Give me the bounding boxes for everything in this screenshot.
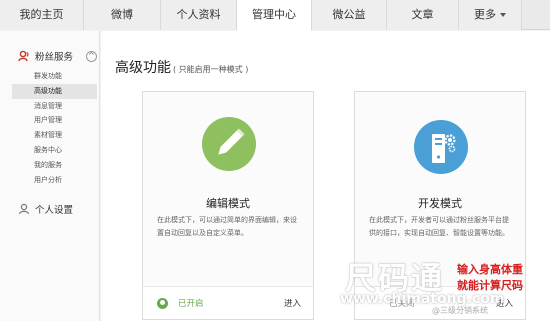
edit-mode-icon-circle: [202, 117, 256, 171]
sidebar-section-fan-service[interactable]: 粉丝服务: [18, 49, 73, 63]
sidebar-menu: 群发功能 高级功能 消息管理 用户管理 素材管理 服务中心 我的服务 用户分析: [12, 69, 97, 188]
developer-mode-description: 在此模式下，开发者可以通过粉丝服务平台提供的接口，实现自动回复、智能设置等功能。: [369, 216, 509, 237]
edit-mode-status: 已开启: [157, 297, 204, 309]
collapse-icon[interactable]: ^: [86, 51, 97, 62]
tab-weibo[interactable]: 微博: [84, 0, 161, 30]
sidebar-section-label: 粉丝服务: [35, 52, 74, 63]
chevron-down-icon: [500, 13, 506, 17]
sidebar-item-materials[interactable]: 素材管理: [34, 128, 97, 143]
sidebar-item-mass-send[interactable]: 群发功能: [34, 69, 97, 84]
tabbar-filler: [522, 0, 550, 29]
top-nav-tabs: 我的主页 微博 个人资料 管理中心 微公益 文章 更多: [0, 0, 550, 31]
sidebar-item-service-center[interactable]: 服务中心: [34, 143, 97, 158]
tab-articles[interactable]: 文章: [387, 0, 459, 30]
sidebar-item-messages[interactable]: 消息管理: [34, 99, 97, 114]
sidebar-item-user-analysis[interactable]: 用户分析: [34, 173, 97, 188]
sidebar: 粉丝服务 ^ 群发功能 高级功能 消息管理 用户管理 素材管理 服务中心 我的服…: [0, 31, 100, 321]
pencil-icon: [218, 128, 245, 155]
edit-mode-title: 编辑模式: [206, 197, 250, 210]
tab-management-center[interactable]: 管理中心: [237, 0, 312, 31]
edit-mode-card[interactable]: 编辑模式 在此模式下，可以通过简单的界面编辑，来设置自动回复以及自定义菜单。 已…: [142, 91, 314, 320]
watermark-tagline: 输入身高体重 就能计算尺码: [457, 262, 523, 294]
location-pin-icon: [157, 297, 168, 309]
tab-profile[interactable]: 个人资料: [161, 0, 237, 30]
page-subtitle: ( 只能启用一种模式 ): [173, 65, 249, 74]
sidebar-settings-label: 个人设置: [35, 205, 74, 216]
watermark-signature: @三级分销系统: [432, 306, 488, 315]
tab-more-label: 更多: [474, 8, 496, 21]
page-title-text: 高级功能: [115, 60, 171, 76]
tab-charity[interactable]: 微公益: [312, 0, 387, 30]
sidebar-item-users[interactable]: 用户管理: [34, 113, 97, 128]
person-icon: [18, 203, 30, 215]
edit-mode-footer: 已开启 进入: [143, 286, 313, 319]
fans-icon: [18, 50, 29, 62]
tab-home[interactable]: 我的主页: [0, 0, 84, 30]
sidebar-item-personal-settings[interactable]: 个人设置: [18, 202, 73, 216]
sidebar-item-my-services[interactable]: 我的服务: [34, 158, 97, 173]
developer-mode-title: 开发模式: [418, 197, 462, 210]
page-title: 高级功能( 只能启用一种模式 ): [115, 57, 248, 77]
edit-mode-description: 在此模式下，可以通过简单的界面编辑，来设置自动回复以及自定义菜单。: [157, 216, 297, 237]
server-gear-icon: [432, 134, 456, 163]
watermark-tagline-line1: 输入身高体重: [457, 263, 523, 276]
edit-mode-enter-link[interactable]: 进入: [284, 297, 301, 309]
tab-more[interactable]: 更多: [459, 0, 522, 30]
developer-mode-icon-circle: [414, 120, 468, 174]
edit-mode-status-label: 已开启: [178, 299, 204, 309]
sidebar-item-advanced[interactable]: 高级功能: [12, 83, 97, 99]
